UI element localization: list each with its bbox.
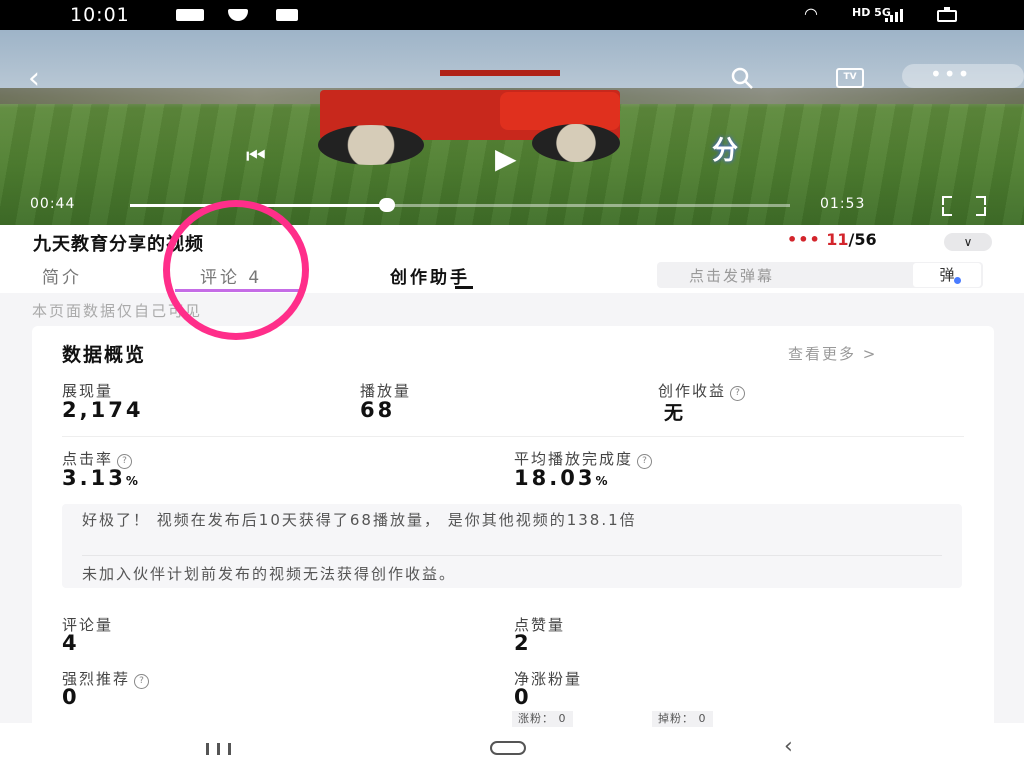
insight-box: 好极了！ 视频在发布后10天获得了68播放量， 是你其他视频的138.1倍 未加…	[62, 504, 962, 588]
comments-count-value: 4	[62, 631, 80, 655]
signal-icon	[885, 9, 903, 22]
tab-creator-assistant[interactable]: 创作助手	[390, 263, 470, 288]
more-icon: •••	[930, 62, 972, 86]
tractor-roof	[440, 70, 560, 76]
impressions-value: 2,174	[62, 398, 144, 422]
clock: 10:01	[70, 4, 130, 26]
tab-bar: 简介 评论 4 创作助手 点击发弹幕 弹	[0, 259, 1024, 293]
previous-icon[interactable]: ⏮	[246, 144, 266, 169]
media-icon	[276, 9, 298, 21]
progress-thumb[interactable]	[379, 198, 396, 212]
battery-icon	[937, 7, 957, 22]
help-icon[interactable]: ?	[730, 386, 746, 401]
see-more-link[interactable]: 查看更多 >	[788, 343, 877, 364]
danmu-toggle-button[interactable]: 弹	[913, 263, 981, 287]
help-icon[interactable]: ?	[637, 454, 653, 469]
tab-intro[interactable]: 简介	[42, 263, 82, 288]
recommend-value: 0	[62, 685, 80, 709]
recents-icon[interactable]	[206, 743, 242, 755]
help-icon[interactable]: ?	[134, 674, 150, 689]
divider	[62, 436, 964, 437]
plays-value: 68	[360, 398, 396, 422]
likes-value: 2	[514, 631, 532, 655]
completion-value: 18.03%	[514, 466, 607, 490]
completion-number: 18.03	[514, 466, 596, 490]
search-icon[interactable]	[730, 66, 753, 89]
chevron-down-icon[interactable]: ∨	[944, 233, 992, 251]
percent-unit: %	[125, 474, 138, 488]
annotation-circle	[163, 200, 309, 340]
play-icon[interactable]: ▶	[495, 142, 517, 175]
wifi-icon: ◠	[804, 4, 818, 23]
fans-gained-chip: 涨粉： 0	[512, 711, 573, 727]
episode-current: 11	[826, 230, 849, 249]
shield-icon	[228, 9, 248, 21]
status-bar: 10:01 ◠ HD 5G	[0, 0, 1024, 30]
more-options-button[interactable]: •••	[902, 62, 1024, 88]
home-icon[interactable]	[490, 741, 526, 755]
earnings-value: 无	[664, 402, 687, 424]
tractor-wheel	[532, 124, 620, 162]
percent-unit: %	[595, 474, 608, 488]
episode-dots: •••	[787, 230, 821, 249]
overview-title: 数据概览	[62, 344, 147, 366]
episode-indicator[interactable]: ••• 11/56	[787, 230, 877, 249]
back-icon[interactable]: ‹	[28, 64, 40, 94]
danmu-placeholder: 点击发弹幕	[689, 267, 775, 285]
fullscreen-icon[interactable]	[942, 196, 986, 216]
video-player[interactable]: ‹ TV ••• ⏮ ▶ 分 00:44 01:53	[0, 30, 1024, 225]
insight-partner-notice: 未加入伙伴计划前发布的视频无法获得创作收益。	[82, 565, 457, 583]
tractor-wheel	[318, 125, 424, 165]
system-nav-bar: ‹	[0, 730, 1024, 768]
insight-divider	[82, 555, 942, 556]
ctr-number: 3.13	[62, 466, 126, 490]
current-time: 00:44	[30, 196, 76, 212]
data-overview-card: 数据概览 查看更多 > 展现量 2,174 播放量 68 创作收益? 无 点击率…	[32, 326, 994, 736]
danmu-input[interactable]: 点击发弹幕 弹	[657, 262, 983, 288]
total-time: 01:53	[820, 196, 866, 212]
fans-lost-chip: 掉粉： 0	[652, 711, 713, 727]
active-tab-indicator	[455, 286, 473, 289]
danmu-button-label: 弹	[939, 266, 955, 284]
gallery-icon	[176, 9, 204, 21]
nav-back-icon[interactable]: ‹	[784, 734, 793, 759]
ctr-value: 3.13%	[62, 466, 138, 490]
insight-performance: 好极了！ 视频在发布后10天获得了68播放量， 是你其他视频的138.1倍	[82, 511, 637, 529]
tv-cast-icon[interactable]: TV	[836, 68, 864, 88]
danmu-status-dot	[954, 277, 961, 284]
episode-total: /56	[848, 230, 877, 249]
share-icon[interactable]: 分	[712, 130, 738, 167]
video-title-row: 九天教育分享的视频 ••• 11/56 ∨	[0, 225, 1024, 259]
net-fans-value: 0	[514, 685, 532, 709]
